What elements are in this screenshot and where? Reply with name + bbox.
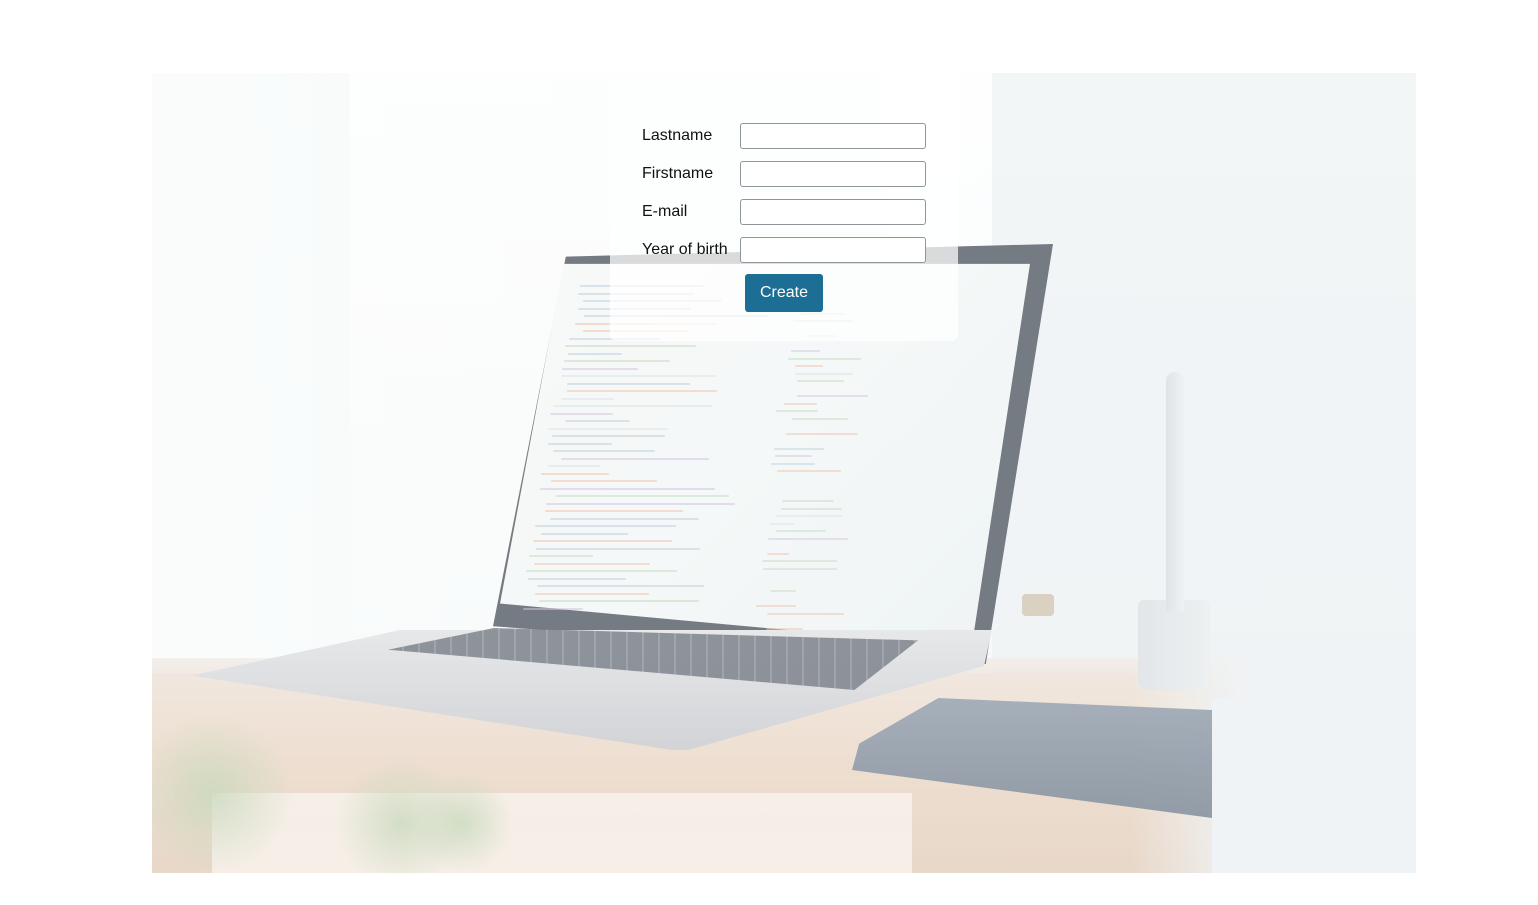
year-of-birth-row: Year of birth <box>642 237 942 263</box>
lastname-input[interactable] <box>740 123 926 149</box>
email-input[interactable] <box>740 199 926 225</box>
create-user-form: Lastname Firstname E-mail Year of birth … <box>610 73 958 341</box>
lastname-label: Lastname <box>642 127 713 144</box>
firstname-row: Firstname <box>642 161 942 187</box>
create-button[interactable]: Create <box>745 274 823 312</box>
firstname-label: Firstname <box>642 165 714 182</box>
page: Lastname Firstname E-mail Year of birth … <box>0 0 1538 905</box>
year-of-birth-input[interactable] <box>740 237 926 263</box>
lastname-row: Lastname <box>642 123 942 149</box>
firstname-input[interactable] <box>740 161 926 187</box>
email-row: E-mail <box>642 199 942 225</box>
email-label: E-mail <box>642 203 688 220</box>
year-of-birth-label: Year of birth <box>642 241 728 258</box>
